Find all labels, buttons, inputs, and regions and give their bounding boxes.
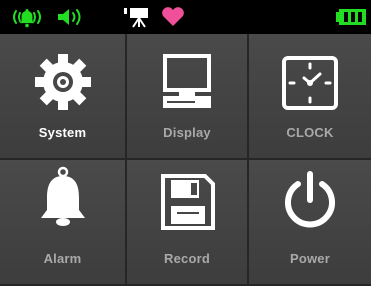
main-menu-grid: System Display CLOCK Alarm Record Power (0, 34, 371, 286)
battery-icon (336, 9, 366, 25)
menu-tile-clock[interactable]: CLOCK (249, 34, 371, 160)
menu-tile-record[interactable]: Record (127, 160, 249, 286)
menu-tile-system[interactable]: System (0, 34, 127, 160)
menu-tile-label: System (38, 125, 87, 140)
gear-icon (34, 54, 91, 110)
bell-icon (40, 166, 85, 226)
menu-tile-label: Power (289, 251, 330, 266)
monitor-icon (163, 54, 211, 108)
status-bar (0, 0, 371, 34)
menu-tile-label: Record (164, 251, 210, 266)
device-screen: System Display CLOCK Alarm Record Power (0, 0, 371, 286)
power-icon (285, 171, 335, 228)
menu-tile-power[interactable]: Power (249, 160, 371, 286)
camera-icon (124, 8, 148, 28)
menu-tile-alarm[interactable]: Alarm (0, 160, 127, 286)
clock-icon (282, 56, 338, 110)
menu-tile-display[interactable]: Display (127, 34, 249, 160)
menu-tile-label: Alarm (43, 251, 82, 266)
speaker-volume-icon (58, 9, 81, 25)
alarm-ringing-icon (13, 9, 41, 28)
menu-tile-label: Display (163, 125, 211, 140)
floppy-disk-icon (161, 174, 215, 230)
menu-tile-label: CLOCK (286, 125, 334, 140)
heart-icon (162, 7, 184, 27)
